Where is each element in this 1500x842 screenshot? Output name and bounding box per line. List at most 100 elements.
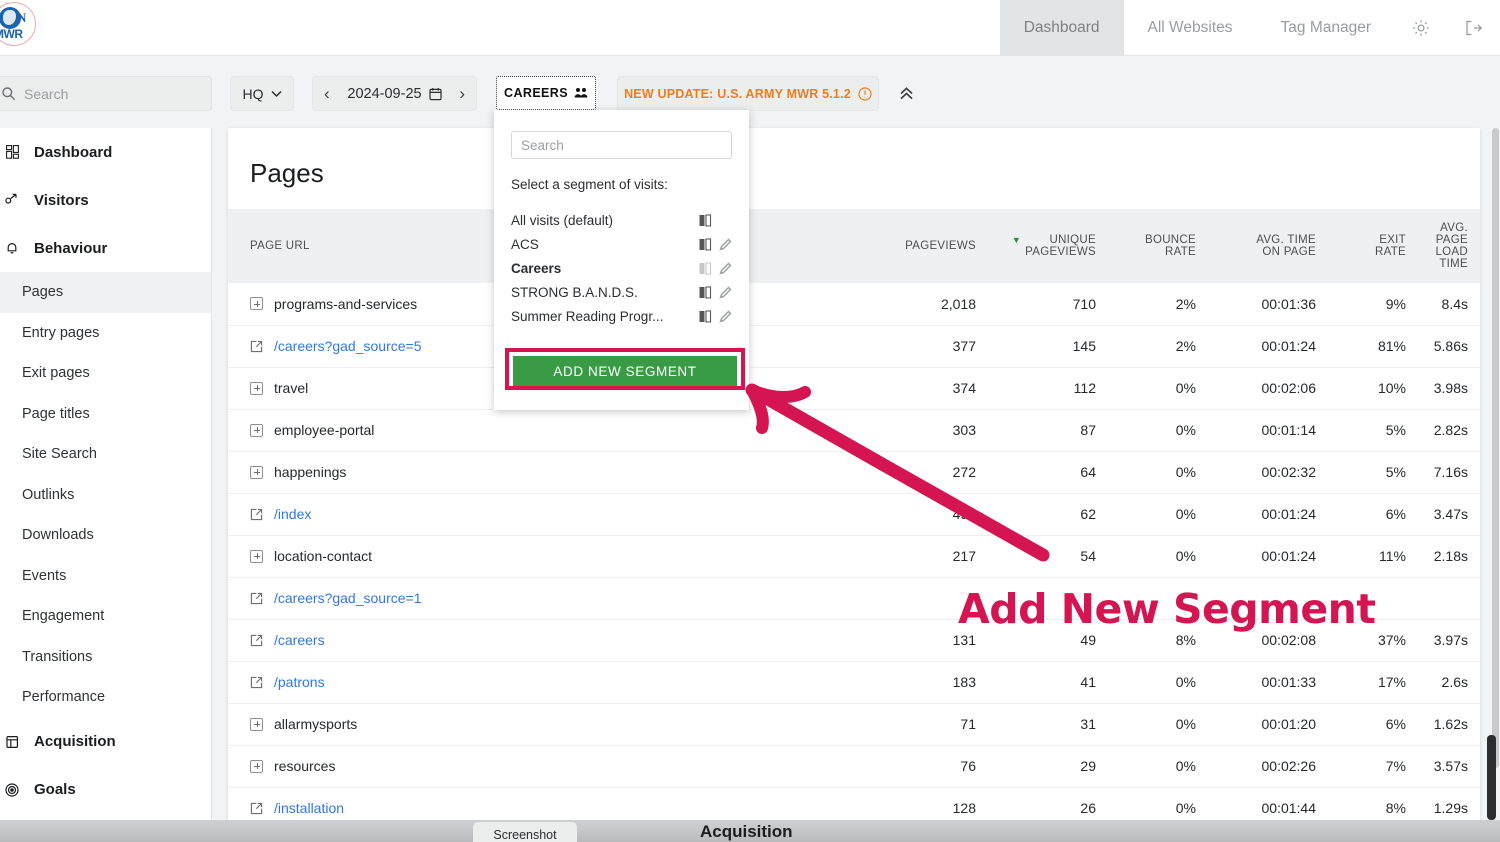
sidebar-item-pages[interactable]: Pages bbox=[0, 272, 211, 313]
sidebar-item-downloads[interactable]: Downloads bbox=[0, 515, 211, 556]
column-header-avg-time-on-page[interactable]: AVG. TIME ON PAGE bbox=[1208, 209, 1328, 283]
segment-compare-icon[interactable] bbox=[698, 237, 712, 251]
column-header-bounce-rate[interactable]: BOUNCE RATE bbox=[1108, 209, 1208, 283]
topnav-item-all-websites[interactable]: All Websites bbox=[1124, 0, 1257, 56]
date-picker[interactable]: ‹ 2024-09-25 › bbox=[312, 76, 477, 111]
sidebar-item-outlinks[interactable]: Outlinks bbox=[0, 475, 211, 516]
sidebar-group-visitors[interactable]: Visitors bbox=[0, 176, 211, 224]
sidebar-group-behaviour[interactable]: Behaviour bbox=[0, 224, 211, 272]
page-url-label[interactable]: /patrons bbox=[274, 674, 325, 690]
page-scrollbar-thumb[interactable] bbox=[1492, 128, 1499, 768]
page-url-label[interactable]: happenings bbox=[274, 464, 346, 480]
page-scrollbar[interactable] bbox=[1491, 128, 1500, 820]
date-next-button[interactable]: › bbox=[448, 84, 476, 104]
expand-icon[interactable] bbox=[250, 297, 263, 311]
column-header-pageviews[interactable]: PAGEVIEWS bbox=[868, 209, 988, 283]
sidebar-item-page-titles[interactable]: Page titles bbox=[0, 394, 211, 435]
table-row[interactable]: travel 374 112 0% 00:02:06 10% 3.98s bbox=[228, 367, 1480, 410]
date-prev-button[interactable]: ‹ bbox=[313, 84, 341, 104]
sidebar-group-goals[interactable]: Goals bbox=[0, 766, 211, 814]
sidebar-item-performance[interactable]: Performance bbox=[0, 677, 211, 718]
cell-page-url[interactable]: /careers?gad_source=1 bbox=[228, 577, 868, 620]
expand-icon[interactable] bbox=[250, 717, 263, 731]
expand-icon[interactable] bbox=[250, 423, 263, 437]
table-row[interactable]: /careers?gad_source=5 377 145 2% 00:01:24 81%… bbox=[228, 325, 1480, 368]
table-row[interactable]: allarmysports 71 31 0% 00:01:20 6% 1.62s bbox=[228, 703, 1480, 746]
segment-selector-button[interactable]: CAREERS bbox=[496, 76, 596, 110]
segment-list: All visits (default) ACS Careers STRONG B.A… bbox=[494, 208, 749, 328]
page-url-label[interactable]: programs-and-services bbox=[274, 296, 417, 312]
cell-page-url[interactable]: location-contact bbox=[228, 535, 868, 578]
page-url-label[interactable]: /careers bbox=[274, 632, 325, 648]
page-url-label[interactable]: employee-portal bbox=[274, 422, 374, 438]
page-url-label[interactable]: allarmysports bbox=[274, 716, 357, 732]
search-input[interactable]: Search bbox=[0, 76, 212, 111]
site-logo[interactable]: N MWR bbox=[0, 0, 44, 52]
expand-icon[interactable] bbox=[250, 381, 263, 395]
sidebar-item-entry-pages[interactable]: Entry pages bbox=[0, 313, 211, 354]
cell-page-url[interactable]: /index bbox=[228, 493, 868, 536]
page-url-label[interactable]: travel bbox=[274, 380, 308, 396]
sign-out-icon[interactable] bbox=[1447, 0, 1500, 56]
expand-icon[interactable] bbox=[250, 549, 263, 563]
cell-page-url[interactable]: resources bbox=[228, 745, 868, 788]
add-new-segment-button[interactable]: ADD NEW SEGMENT bbox=[513, 356, 737, 386]
page-url-label[interactable]: location-contact bbox=[274, 548, 372, 564]
table-row[interactable]: programs-and-services 2,018 710 2% 00:01:36 9… bbox=[228, 283, 1480, 326]
site-selector[interactable]: HQ bbox=[230, 76, 294, 111]
segment-name: All visits (default) bbox=[511, 212, 614, 228]
table-row[interactable]: /patrons 183 41 0% 00:01:33 17% 2.6s bbox=[228, 661, 1480, 704]
sidebar-item-transitions[interactable]: Transitions bbox=[0, 637, 211, 678]
page-url-label[interactable]: /careers?gad_source=1 bbox=[274, 590, 422, 606]
update-notification-badge[interactable]: NEW UPDATE: U.S. ARMY MWR 5.1.2 bbox=[617, 76, 879, 111]
segment-compare-icon[interactable] bbox=[698, 285, 712, 299]
page-url-label[interactable]: /index bbox=[274, 506, 311, 522]
page-url-label[interactable]: resources bbox=[274, 758, 335, 774]
page-url-label[interactable]: /careers?gad_source=5 bbox=[274, 338, 422, 354]
sidebar-group-dashboard[interactable]: Dashboard bbox=[0, 128, 211, 176]
column-header-unique-pageviews[interactable]: ▼ UNIQUE PAGEVIEWS bbox=[988, 209, 1108, 283]
segment-edit-icon[interactable] bbox=[718, 238, 732, 251]
sidebar-item-engagement[interactable]: Engagement bbox=[0, 596, 211, 637]
screenshot-tab[interactable]: Screenshot bbox=[473, 822, 577, 842]
segment-edit-icon[interactable] bbox=[718, 310, 732, 323]
segment-compare-icon[interactable] bbox=[698, 309, 712, 323]
gear-icon[interactable] bbox=[1395, 0, 1447, 56]
cell-page-url[interactable]: allarmysports bbox=[228, 703, 868, 746]
cell-unique-pageviews: 41 bbox=[988, 661, 1108, 704]
sidebar-item-site-search[interactable]: Site Search bbox=[0, 434, 211, 475]
sidebar-item-events[interactable]: Events bbox=[0, 556, 211, 597]
cell-exit-rate: 81% bbox=[1328, 325, 1418, 368]
segment-list-item[interactable]: ACS bbox=[494, 232, 749, 256]
cell-page-url[interactable]: employee-portal bbox=[228, 409, 868, 452]
expand-icon[interactable] bbox=[250, 759, 263, 773]
table-row[interactable]: resources 76 29 0% 00:02:26 7% 3.57s bbox=[228, 745, 1480, 788]
topnav-item-tag-manager[interactable]: Tag Manager bbox=[1257, 0, 1395, 56]
cell-page-url[interactable]: /careers bbox=[228, 619, 868, 662]
segment-compare-icon[interactable] bbox=[698, 213, 712, 227]
column-header-avg-page-load-time[interactable]: AVG. PAGE LOAD TIME bbox=[1418, 209, 1480, 283]
table-row[interactable]: happenings 272 64 0% 00:02:32 5% 7.16s bbox=[228, 451, 1480, 494]
table-row[interactable]: /index 490 62 0% 00:01:24 6% 3.47s bbox=[228, 493, 1480, 536]
segment-list-item[interactable]: Careers bbox=[494, 256, 749, 280]
segment-edit-icon[interactable] bbox=[718, 262, 732, 275]
cell-page-url[interactable]: happenings bbox=[228, 451, 868, 494]
segment-list-item[interactable]: STRONG B.A.N.D.S. bbox=[494, 280, 749, 304]
topnav-item-dashboard[interactable]: Dashboard bbox=[999, 0, 1124, 56]
table-row[interactable]: location-contact 217 54 0% 00:01:24 11% 2.18s bbox=[228, 535, 1480, 578]
sidebar-group-acquisition[interactable]: Acquisition bbox=[0, 718, 211, 766]
segment-search-input[interactable]: Search bbox=[511, 131, 732, 159]
segment-compare-icon[interactable] bbox=[698, 261, 712, 275]
segment-name: Summer Reading Progr... bbox=[511, 308, 664, 324]
sidebar-item-exit-pages[interactable]: Exit pages bbox=[0, 353, 211, 394]
panel-scrollbar-thumb[interactable] bbox=[1487, 735, 1496, 820]
table-row[interactable]: employee-portal 303 87 0% 00:01:14 5% 2.82s bbox=[228, 409, 1480, 452]
segment-list-item[interactable]: Summer Reading Progr... bbox=[494, 304, 749, 328]
expand-icon[interactable] bbox=[250, 465, 263, 479]
cell-page-url[interactable]: /patrons bbox=[228, 661, 868, 704]
segment-edit-icon[interactable] bbox=[718, 286, 732, 299]
column-header-exit-rate[interactable]: EXIT RATE bbox=[1328, 209, 1418, 283]
segment-list-item[interactable]: All visits (default) bbox=[494, 208, 749, 232]
page-url-label[interactable]: /installation bbox=[274, 800, 344, 816]
collapse-header-button[interactable] bbox=[892, 76, 920, 111]
